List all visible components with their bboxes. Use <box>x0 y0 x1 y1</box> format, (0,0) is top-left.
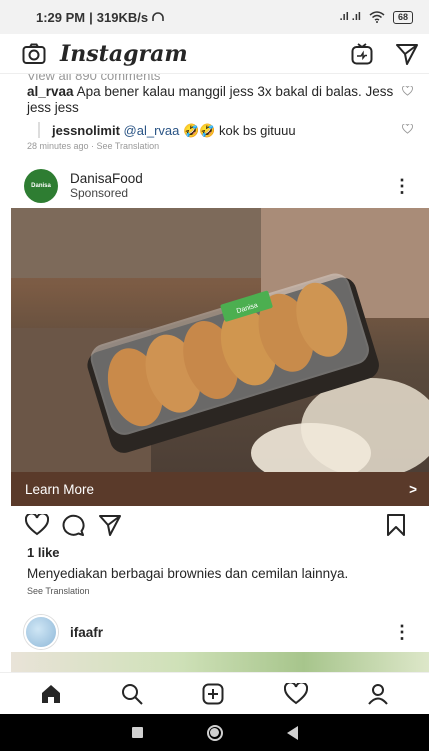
comment-text: Apa bener kalau manggil jess 3x bakal di… <box>27 84 394 115</box>
comment-meta: 28 minutes ago · See Translation <box>27 141 160 151</box>
status-bar: 1:29 PM | 319KB/s .ıl .ıl 68 <box>0 0 429 34</box>
learn-more-label: Learn More <box>25 481 95 497</box>
profile-icon[interactable] <box>367 683 389 705</box>
share-icon[interactable] <box>98 514 122 536</box>
comment-like-icon[interactable] <box>402 86 413 96</box>
post-header: ifaafr ⋮ <box>0 612 429 652</box>
like-icon[interactable] <box>25 514 49 536</box>
post-actions <box>0 508 429 544</box>
home-button-icon[interactable] <box>206 724 223 741</box>
view-all-comments-link[interactable]: View all 890 comments <box>27 74 160 83</box>
battery-icon: 68 <box>392 10 413 24</box>
headset-icon <box>152 12 164 21</box>
reply-like-icon[interactable] <box>402 124 413 134</box>
post-username[interactable]: ifaafr <box>70 625 103 640</box>
post-header: Danisa DanisaFood Sponsored ⋮ <box>0 164 429 208</box>
post-username[interactable]: DanisaFood <box>70 172 143 186</box>
see-translation-link[interactable]: See Translation <box>27 586 90 596</box>
signal-icon: .ıl .ıl <box>339 11 361 23</box>
recents-icon[interactable] <box>131 727 143 738</box>
comments-preview: View all 890 comments al_rvaa Apa bener … <box>0 74 429 164</box>
reply-text: 🤣🤣 kok bs gituuu <box>183 123 296 138</box>
more-options-icon[interactable]: ⋮ <box>393 622 411 643</box>
app-logo: Instagram <box>60 40 188 67</box>
direct-message-icon[interactable] <box>395 43 419 65</box>
more-options-icon[interactable]: ⋮ <box>393 176 411 197</box>
learn-more-button[interactable]: Learn More > <box>11 472 429 506</box>
heart-icon[interactable] <box>283 682 308 705</box>
comment-username[interactable]: al_rvaa <box>27 84 74 99</box>
status-time: 1:29 PM <box>36 9 86 25</box>
post-image[interactable]: Danisa <box>11 208 429 472</box>
system-nav-bar <box>0 714 429 751</box>
search-icon[interactable] <box>121 683 143 705</box>
chevron-right-icon: > <box>409 481 417 497</box>
bottom-nav <box>0 672 429 714</box>
avatar[interactable]: Danisa <box>24 169 58 203</box>
comment-icon[interactable] <box>61 514 85 536</box>
comment-reply: jessnolimit @al_rvaa 🤣🤣 kok bs gituuu <box>52 123 296 139</box>
home-icon[interactable] <box>40 683 62 705</box>
app-header: Instagram <box>0 34 429 74</box>
igtv-icon[interactable] <box>351 42 373 65</box>
reply-mention[interactable]: @al_rvaa <box>124 123 180 138</box>
reply-indicator <box>38 122 40 138</box>
add-icon[interactable] <box>202 683 224 705</box>
avatar[interactable] <box>24 615 58 649</box>
comment: al_rvaa Apa bener kalau manggil jess 3x … <box>27 84 397 116</box>
reply-username[interactable]: jessnolimit <box>52 123 120 138</box>
back-icon[interactable] <box>286 725 298 740</box>
status-speed: 319KB/s <box>96 9 149 25</box>
product-photo: Danisa <box>11 208 429 472</box>
sponsored-label: Sponsored <box>70 186 129 200</box>
camera-icon[interactable] <box>22 43 46 65</box>
bookmark-icon[interactable] <box>386 514 406 536</box>
wifi-icon <box>369 11 385 23</box>
like-count[interactable]: 1 like <box>27 545 60 560</box>
post-caption: Menyediakan berbagai brownies dan cemila… <box>27 566 349 581</box>
